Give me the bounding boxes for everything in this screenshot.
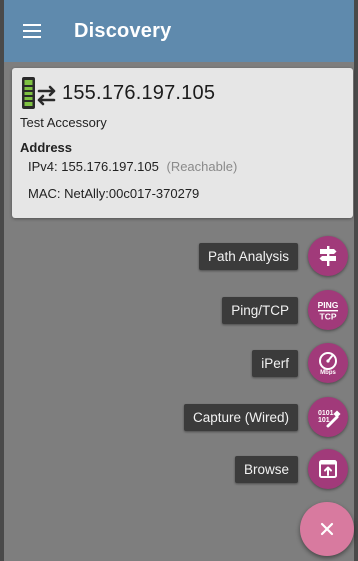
svg-text:TCP: TCP <box>320 312 337 322</box>
action-browse[interactable]: Browse <box>234 449 348 489</box>
capture-wired-label[interactable]: Capture (Wired) <box>183 403 298 431</box>
browse-label[interactable]: Browse <box>234 455 298 483</box>
close-icon <box>320 522 334 536</box>
ipv4-row: IPv4: 155.176.197.105 (Reachable) <box>28 159 237 174</box>
device-name: Test Accessory <box>20 115 107 130</box>
address-heading: Address <box>20 140 73 155</box>
iperf-label[interactable]: iPerf <box>252 349 298 377</box>
app-bar: Discovery <box>4 0 354 62</box>
action-ping-tcp[interactable]: Ping/TCP PING TCP <box>222 290 348 330</box>
svg-text:PING: PING <box>318 300 339 310</box>
action-iperf[interactable]: iPerf Mbps <box>252 343 348 383</box>
svg-text:101: 101 <box>318 417 330 424</box>
mac-value: NetAlly:00c017-370279 <box>64 186 200 201</box>
tester-device-icon <box>22 77 56 109</box>
page-title: Discovery <box>74 19 172 42</box>
ipv4-label: IPv4: <box>28 159 58 174</box>
signpost-icon[interactable] <box>308 236 348 276</box>
reachability-status: (Reachable) <box>166 159 238 174</box>
action-path-analysis[interactable]: Path Analysis <box>198 236 348 276</box>
mac-row: MAC: NetAlly:00c017-370279 <box>28 186 199 201</box>
close-fab-button[interactable] <box>300 502 354 556</box>
device-ip-title: 155.176.197.105 <box>62 81 216 104</box>
ping-tcp-label[interactable]: Ping/TCP <box>222 296 298 324</box>
device-details-card: 155.176.197.105 Test Accessory Address I… <box>12 68 353 218</box>
hamburger-menu-icon[interactable] <box>4 0 60 62</box>
mac-label: MAC: <box>28 186 61 201</box>
speedometer-icon[interactable]: Mbps <box>308 343 348 383</box>
device-header: 155.176.197.105 <box>20 74 215 112</box>
action-capture-wired[interactable]: Capture (Wired) 0101 101 <box>183 397 348 437</box>
path-analysis-label[interactable]: Path Analysis <box>198 242 298 270</box>
ping-tcp-icon[interactable]: PING TCP <box>308 290 348 330</box>
capture-icon[interactable]: 0101 101 <box>308 397 348 437</box>
browse-icon[interactable] <box>308 449 348 489</box>
svg-text:0101: 0101 <box>318 410 334 417</box>
ipv4-value: 155.176.197.105 <box>61 159 159 174</box>
svg-text:Mbps: Mbps <box>320 370 336 375</box>
